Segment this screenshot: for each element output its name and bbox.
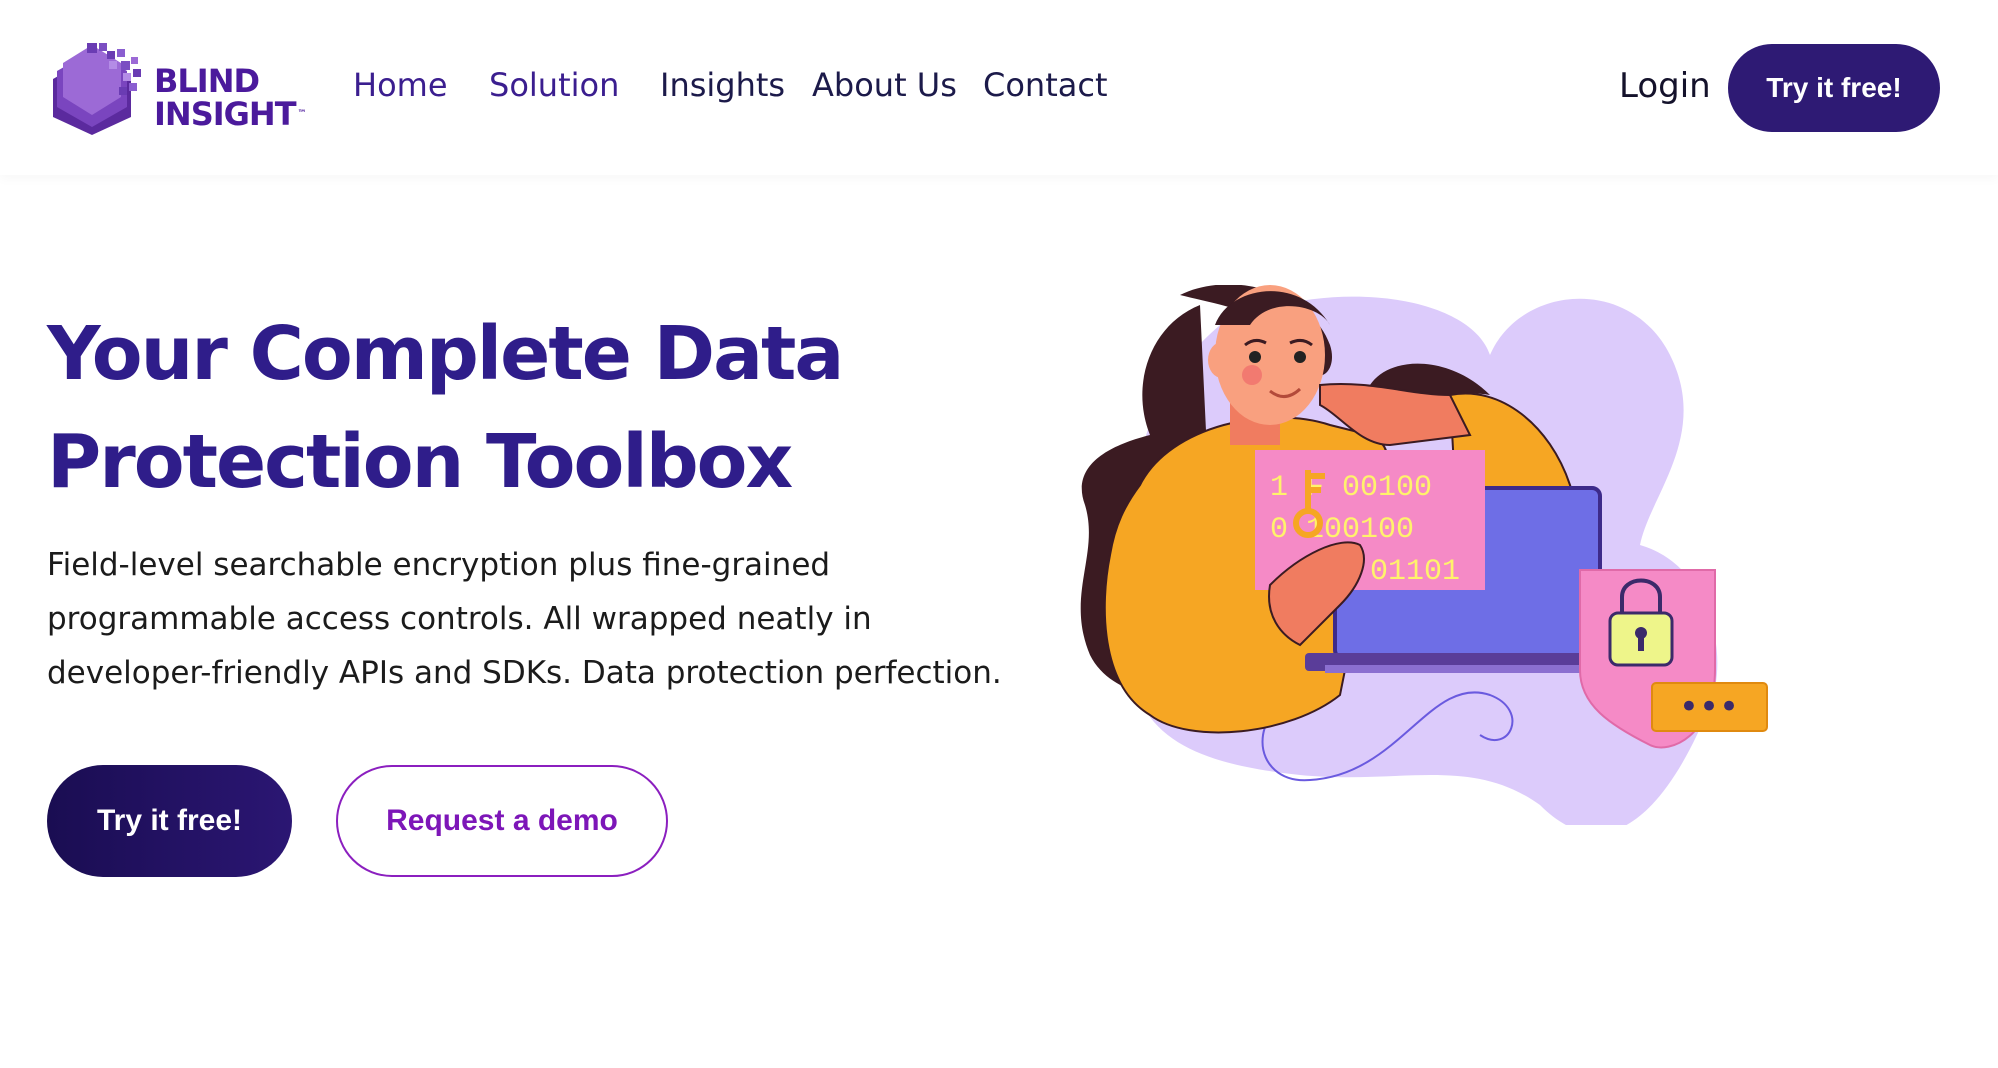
data-protection-illustration: 1 F 00100 0 100100 01101 •••	[1080, 285, 1768, 825]
hero-title-line2: Protection Toolbox	[47, 419, 793, 505]
hero-desc-line3: developer-friendly APIs and SDKs. Data p…	[47, 655, 1002, 691]
brand-wordmark: BLIND INSIGHT ™	[154, 65, 307, 131]
password-dots: •••	[1679, 687, 1739, 727]
binary-row1: 1 F 00100	[1270, 471, 1432, 505]
site-header: BLIND INSIGHT ™ Home Solution Insights Ab…	[0, 0, 1998, 175]
brand-logo[interactable]: BLIND INSIGHT ™	[47, 43, 312, 135]
hero-desc-line1: Field-level searchable encryption plus f…	[47, 547, 831, 583]
hero-title-line1: Your Complete Data	[47, 311, 844, 397]
nav-item-contact[interactable]: Contact	[983, 66, 1108, 104]
hero-description: Field-level searchable encryption plus f…	[47, 538, 1047, 700]
nav-item-home[interactable]: Home	[353, 66, 448, 104]
hero-desc-line2: programmable access controls. All wrappe…	[47, 601, 872, 637]
hero-title: Your Complete Data Protection Toolbox	[47, 300, 967, 516]
nav-item-about-us[interactable]: About Us	[812, 66, 957, 104]
hero-try-free-button[interactable]: Try it free!	[47, 765, 292, 877]
binary-row3: 01101	[1370, 555, 1460, 589]
nav-item-solution[interactable]: Solution	[489, 66, 619, 104]
brand-line2: INSIGHT	[154, 95, 297, 133]
hexagon-logo-icon	[53, 43, 141, 135]
header-try-free-button[interactable]: Try it free!	[1728, 44, 1940, 132]
request-demo-button[interactable]: Request a demo	[336, 765, 668, 877]
login-link[interactable]: Login	[1619, 66, 1711, 106]
nav-item-insights[interactable]: Insights	[660, 66, 785, 104]
trademark-symbol: ™	[297, 109, 307, 119]
